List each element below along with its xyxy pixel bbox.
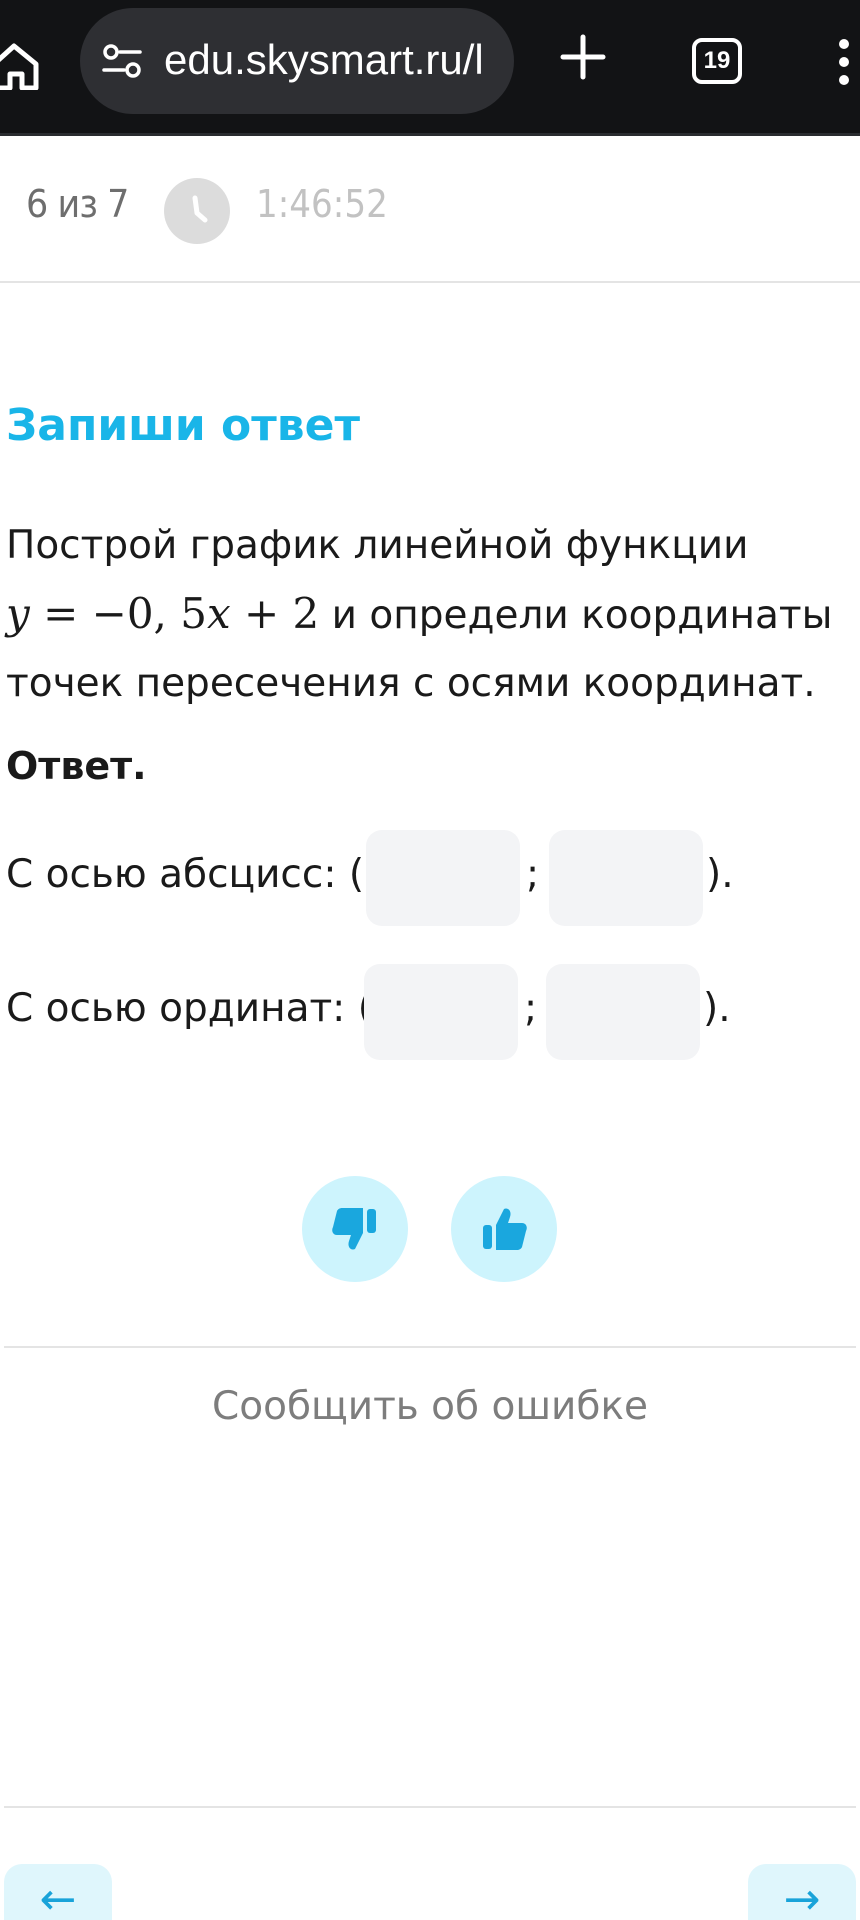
abscissa-y-input[interactable] — [549, 830, 703, 926]
answer-row-ordinate: С осью ординат: ( ; ). — [6, 964, 746, 1060]
answer-row-label: С осью абсцисс: ( — [6, 852, 365, 897]
question-progress: 6 из 7 — [26, 182, 129, 226]
new-tab-icon[interactable] — [560, 34, 606, 80]
prev-button[interactable]: ← — [4, 1864, 112, 1920]
home-icon[interactable] — [0, 30, 44, 91]
ordinate-x-input[interactable] — [364, 964, 518, 1060]
url-text: edu.skysmart.ru/l — [164, 36, 484, 83]
browser-toolbar: edu.skysmart.ru/l 19 — [0, 0, 860, 136]
ordinate-y-input[interactable] — [546, 964, 700, 1060]
answer-row-label: С осью ординат: ( — [6, 986, 373, 1031]
answer-separator: ; — [524, 986, 538, 1031]
header-divider — [0, 281, 860, 283]
like-button[interactable] — [451, 1176, 557, 1282]
more-menu-icon[interactable] — [832, 38, 860, 88]
dislike-button[interactable] — [302, 1176, 408, 1282]
task-title: Запиши ответ — [6, 400, 360, 451]
address-bar[interactable]: edu.skysmart.ru/l — [80, 8, 514, 114]
answer-label: Ответ. — [6, 744, 147, 788]
answer-closing: ). — [706, 852, 734, 897]
formula-tail: + 2 — [230, 589, 320, 638]
answer-closing: ). — [703, 986, 731, 1031]
thumbs-up-icon — [483, 1208, 527, 1250]
arrow-left-icon: ← — [39, 1874, 77, 1920]
bottom-divider — [4, 1806, 856, 1808]
formula-y: y — [6, 589, 30, 638]
report-error-link[interactable]: Сообщить об ошибке — [0, 1384, 860, 1429]
tab-switcher-button[interactable]: 19 — [692, 38, 742, 84]
clock-icon — [164, 178, 230, 244]
task-text: Построй график линейной функции y = −0, … — [6, 512, 846, 718]
feedback-divider — [4, 1346, 856, 1348]
site-settings-icon[interactable] — [102, 44, 142, 78]
next-button[interactable]: → — [748, 1864, 856, 1920]
answer-row-abscissa: С осью абсцисс: ( ; ). — [6, 830, 746, 926]
answer-separator: ; — [526, 852, 540, 897]
formula-x: x — [206, 589, 231, 638]
thumbs-down-icon — [332, 1208, 376, 1250]
abscissa-x-input[interactable] — [366, 830, 520, 926]
quiz-header: 6 из 7 1:46:52 — [0, 136, 860, 282]
timer: 1:46:52 — [256, 182, 388, 226]
formula: y = −0, 5x + 2 — [6, 589, 319, 638]
arrow-right-icon: → — [783, 1874, 821, 1920]
formula-eq: = −0, 5 — [29, 589, 207, 638]
task-text-before: Построй график линейной функции — [6, 523, 749, 568]
